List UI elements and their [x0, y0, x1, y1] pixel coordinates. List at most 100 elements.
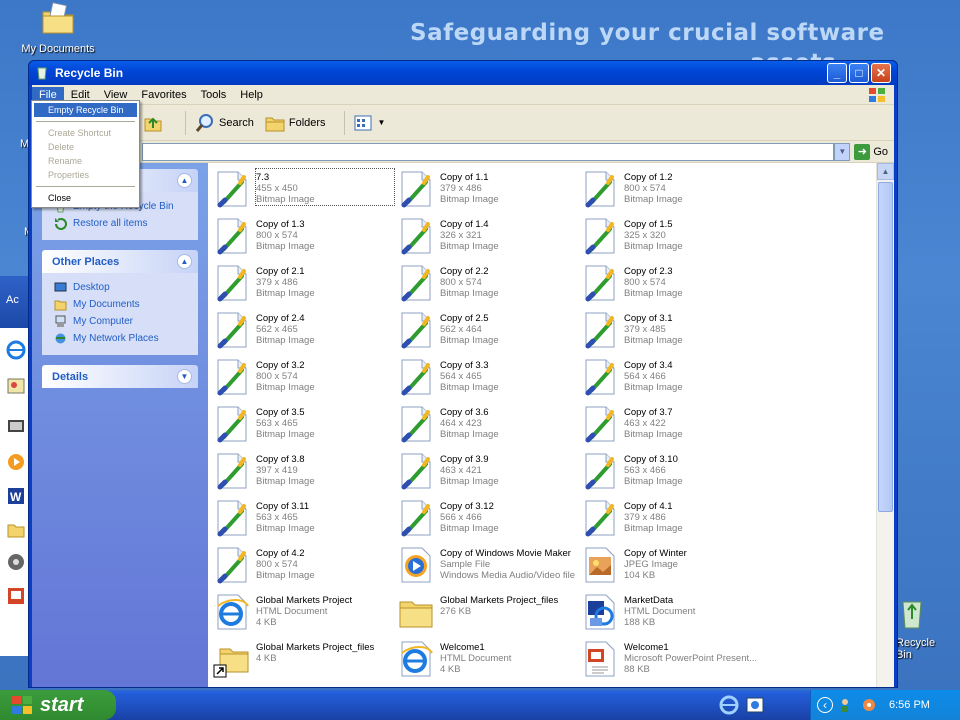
file-item[interactable]: Copy of 3.12 566 x 466 Bitmap Image: [396, 498, 580, 545]
desktop-icon-my-documents[interactable]: My Documents: [3, 2, 113, 55]
file-item[interactable]: Copy of 3.2 800 x 574 Bitmap Image: [212, 357, 396, 404]
menu-item-delete[interactable]: Delete: [34, 140, 137, 154]
up-folder-button[interactable]: [142, 112, 167, 134]
menu-item-create-shortcut[interactable]: Create Shortcut: [34, 126, 137, 140]
maximize-button[interactable]: □: [849, 63, 869, 83]
file-item[interactable]: Copy of 3.4 564 x 466 Bitmap Image: [580, 357, 764, 404]
file-item[interactable]: Welcome1 HTML Document 4 KB: [396, 639, 580, 686]
folders-button[interactable]: Folders: [264, 112, 326, 134]
file-item[interactable]: Copy of 2.1 379 x 486 Bitmap Image: [212, 263, 396, 310]
bitmap-image-icon: [396, 498, 436, 538]
file-item[interactable]: Copy of 3.6 464 x 423 Bitmap Image: [396, 404, 580, 451]
file-item[interactable]: Copy of 3.8 397 x 419 Bitmap Image: [212, 451, 396, 498]
scroll-thumb[interactable]: [878, 182, 893, 512]
clock[interactable]: 6:56 PM: [889, 699, 930, 711]
file-meta: Copy of 3.3 564 x 465 Bitmap Image: [440, 357, 578, 393]
file-item[interactable]: Copy of 1.2 800 x 574 Bitmap Image: [580, 169, 764, 216]
folder-icon: [7, 524, 25, 538]
views-button[interactable]: ▼: [353, 112, 385, 134]
users-icon[interactable]: [839, 697, 855, 713]
vertical-scrollbar[interactable]: ▲: [876, 163, 894, 687]
bitmap-image-icon: [212, 404, 252, 444]
file-item[interactable]: Copy of 3.5 563 x 465 Bitmap Image: [212, 404, 396, 451]
file-item[interactable]: Global Markets Project_files 276 KB: [396, 592, 580, 639]
file-item[interactable]: Copy of 1.5 325 x 320 Bitmap Image: [580, 216, 764, 263]
file-item[interactable]: Copy of 4.2 800 x 574 Bitmap Image: [212, 545, 396, 592]
file-item[interactable]: Copy of 2.3 800 x 574 Bitmap Image: [580, 263, 764, 310]
panel-header[interactable]: Details ▼: [42, 365, 198, 388]
start-button[interactable]: start: [0, 690, 116, 720]
file-meta: Copy of 1.2 800 x 574 Bitmap Image: [624, 169, 762, 205]
scroll-up-button[interactable]: ▲: [877, 163, 894, 180]
file-detail: 455 x 450: [256, 183, 298, 194]
file-detail: 379 x 486: [256, 277, 298, 288]
file-item[interactable]: Copy of 3.11 563 x 465 Bitmap Image: [212, 498, 396, 545]
menu-help[interactable]: Help: [233, 87, 270, 103]
chevron-down-icon: ▼: [177, 369, 192, 384]
file-type: Bitmap Image: [440, 241, 499, 252]
bitmap-image-icon: [212, 169, 252, 209]
window-titlebar[interactable]: Recycle Bin _ □ ✕: [29, 61, 897, 85]
menu-item-close[interactable]: Close: [34, 191, 137, 205]
file-item[interactable]: Copy of Winter JPEG Image 104 KB: [580, 545, 764, 592]
file-detail: 800 x 574: [256, 371, 298, 382]
file-item[interactable]: MarketData HTML Document 188 KB: [580, 592, 764, 639]
file-meta: 7.3 455 x 450 Bitmap Image: [255, 168, 395, 206]
file-type: Bitmap Image: [256, 523, 315, 534]
volume-icon[interactable]: [861, 697, 877, 713]
file-name: Copy of 2.2: [440, 266, 489, 277]
file-item[interactable]: Copy of 1.4 326 x 321 Bitmap Image: [396, 216, 580, 263]
file-item[interactable]: Copy of 3.3 564 x 465 Bitmap Image: [396, 357, 580, 404]
panel-header[interactable]: Other Places ▲: [42, 250, 198, 273]
file-item[interactable]: Copy of 3.10 563 x 466 Bitmap Image: [580, 451, 764, 498]
file-type: Bitmap Image: [256, 241, 315, 252]
link-label: My Network Places: [73, 333, 159, 344]
menu-item-rename[interactable]: Rename: [34, 154, 137, 168]
other-place-desktop[interactable]: Desktop: [54, 279, 188, 296]
file-name: Copy of 2.5: [440, 313, 489, 324]
menu-favorites[interactable]: Favorites: [134, 87, 193, 103]
restore-all-items-link[interactable]: Restore all items: [54, 215, 188, 232]
file-item[interactable]: Copy of 2.5 562 x 464 Bitmap Image: [396, 310, 580, 357]
file-item[interactable]: Copy of Windows Movie Maker Sample File Wi…: [396, 545, 580, 592]
file-item[interactable]: Global Markets Project HTML Document 4 KB: [212, 592, 396, 639]
file-item[interactable]: Global Markets Project_files 4 KB: [212, 639, 396, 686]
file-item[interactable]: Copy of 3.7 463 x 422 Bitmap Image: [580, 404, 764, 451]
file-item[interactable]: Copy of 1.3 800 x 574 Bitmap Image: [212, 216, 396, 263]
go-button[interactable]: ➜ Go: [854, 143, 888, 160]
media-file-icon: [396, 545, 436, 585]
minimize-button[interactable]: _: [827, 63, 847, 83]
file-meta: Copy of 1.4 326 x 321 Bitmap Image: [440, 216, 578, 252]
ie-quicklaunch-icon[interactable]: [718, 694, 740, 716]
file-item[interactable]: Welcome1 Microsoft PowerPoint Present... 8…: [580, 639, 764, 686]
file-item[interactable]: Copy of 3.9 463 x 421 Bitmap Image: [396, 451, 580, 498]
toolbar-separator: [185, 110, 186, 135]
chevron-up-icon: ▲: [177, 254, 192, 269]
file-item[interactable]: Copy of 4.1 379 x 486 Bitmap Image: [580, 498, 764, 545]
close-button[interactable]: ✕: [871, 63, 891, 83]
search-button[interactable]: Search: [194, 112, 254, 134]
file-item[interactable]: Copy of 2.4 562 x 465 Bitmap Image: [212, 310, 396, 357]
file-type: Bitmap Image: [440, 288, 499, 299]
file-type: Bitmap Image: [440, 194, 499, 205]
other-place-my-documents[interactable]: My Documents: [54, 296, 188, 313]
file-item[interactable]: 7.3 455 x 450 Bitmap Image: [212, 168, 396, 216]
file-item[interactable]: Copy of 1.1 379 x 486 Bitmap Image: [396, 169, 580, 216]
search-icon: [195, 113, 213, 132]
system-tray: ‹ 6:56 PM: [810, 690, 960, 720]
chevron-left-icon[interactable]: ‹: [817, 697, 833, 713]
menu-item-properties[interactable]: Properties: [34, 168, 137, 182]
address-dropdown-button[interactable]: ▼: [834, 142, 851, 161]
file-item[interactable]: Copy of 3.1 379 x 485 Bitmap Image: [580, 310, 764, 357]
other-place-my-computer[interactable]: My Computer: [54, 313, 188, 330]
search-label: Search: [219, 116, 254, 129]
other-place-my-network-places[interactable]: My Network Places: [54, 330, 188, 347]
menu-tools[interactable]: Tools: [194, 87, 234, 103]
outlook-quicklaunch-icon[interactable]: [744, 694, 766, 716]
windows-logo-icon: [12, 696, 32, 714]
file-detail: 397 x 419: [256, 465, 298, 476]
address-input[interactable]: [142, 142, 835, 161]
menu-item-empty-recycle-bin[interactable]: Empty Recycle Bin: [34, 103, 137, 117]
file-type: 104 KB: [624, 570, 656, 581]
file-item[interactable]: Copy of 2.2 800 x 574 Bitmap Image: [396, 263, 580, 310]
